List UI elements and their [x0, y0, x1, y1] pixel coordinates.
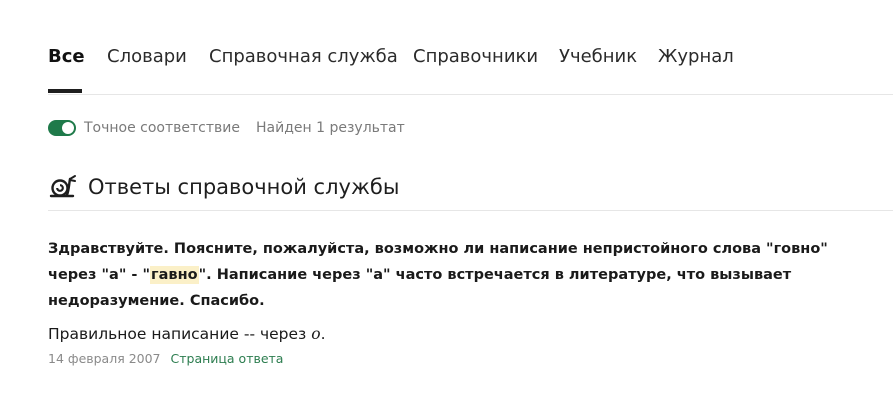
- answer-date: 14 февраля 2007: [48, 351, 161, 366]
- answer-meta: 14 февраля 2007 Страница ответа: [48, 351, 283, 366]
- tab-textbook[interactable]: Учебник: [559, 46, 637, 67]
- tab-journal[interactable]: Журнал: [658, 46, 734, 67]
- page: Все Словари Справочная служба Справочник…: [0, 0, 893, 405]
- highlighted-term: гавно: [150, 266, 199, 284]
- answer-text: Правильное написание -- через о.: [48, 325, 326, 343]
- toggle-knob: [62, 122, 74, 134]
- active-tab-indicator: [48, 89, 82, 93]
- exact-match-label[interactable]: Точное соответствие: [84, 120, 240, 136]
- filter-row: Точное соответствие Найден 1 результат: [48, 118, 405, 138]
- tab-help-desk[interactable]: Справочная служба: [209, 46, 398, 67]
- snail-icon: [49, 175, 76, 198]
- tab-references[interactable]: Справочники: [413, 46, 538, 67]
- exact-match-toggle[interactable]: [48, 120, 76, 136]
- section-title: Ответы справочной службы: [88, 175, 400, 199]
- answer-prefix: Правильное написание -- через: [48, 325, 312, 343]
- tab-dictionaries[interactable]: Словари: [107, 46, 187, 67]
- question-text: Здравствуйте. Поясните, пожалуйста, возм…: [48, 236, 878, 314]
- section-header: Ответы справочной службы: [48, 168, 893, 211]
- results-count: Найден 1 результат: [256, 120, 405, 136]
- tab-all[interactable]: Все: [48, 46, 85, 67]
- answer-letter: о: [311, 325, 321, 343]
- answer-page-link[interactable]: Страница ответа: [171, 351, 284, 366]
- answer-suffix: .: [320, 325, 326, 343]
- tab-bar: Все Словари Справочная служба Справочник…: [48, 38, 893, 95]
